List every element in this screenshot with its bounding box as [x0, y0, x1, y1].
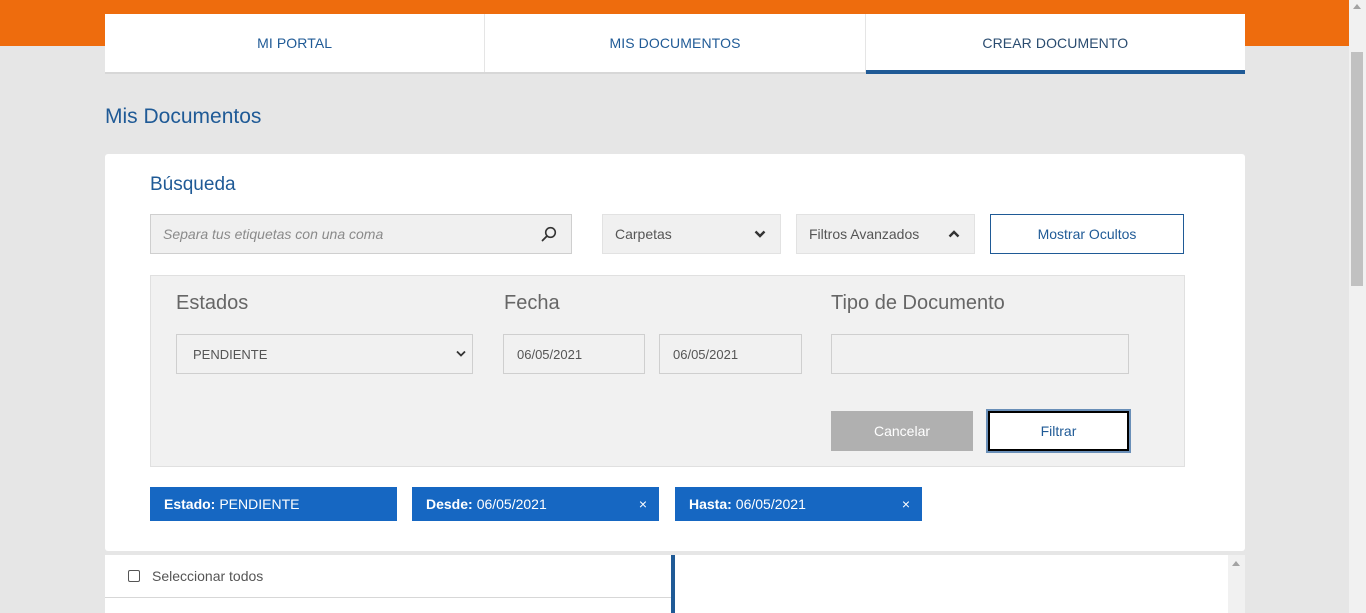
carpetas-dropdown[interactable]: Carpetas — [602, 214, 781, 254]
select-all-row: Seleccionar todos — [105, 555, 671, 598]
estado-select[interactable]: PENDIENTE — [176, 334, 473, 374]
document-preview-pane — [675, 555, 1228, 613]
chip-desde-key: Desde: — [426, 496, 473, 512]
tab-mis-documentos[interactable]: MIS DOCUMENTOS — [485, 14, 866, 72]
advanced-filters-panel: Estados Fecha Tipo de Documento PENDIENT… — [150, 275, 1185, 467]
search-box — [150, 214, 572, 254]
tab-crear-documento[interactable]: CREAR DOCUMENTO — [865, 14, 1246, 74]
chip-hasta-key: Hasta: — [689, 496, 732, 512]
search-card: Búsqueda Carpetas Filtros Avanzados Most… — [105, 154, 1245, 551]
close-icon[interactable]: × — [902, 496, 910, 512]
page-scrollbar[interactable] — [1349, 0, 1366, 613]
mostrar-ocultos-button[interactable]: Mostrar Ocultos — [990, 214, 1184, 254]
estado-select-value: PENDIENTE — [193, 346, 268, 362]
carpetas-label: Carpetas — [615, 226, 672, 242]
estados-label: Estados — [176, 292, 249, 314]
search-input[interactable] — [163, 226, 523, 242]
fecha-label: Fecha — [504, 292, 560, 314]
search-title: Búsqueda — [150, 174, 236, 195]
search-icon[interactable] — [541, 226, 557, 242]
scroll-up-icon[interactable] — [1353, 4, 1361, 9]
filtros-avanzados-toggle[interactable]: Filtros Avanzados — [796, 214, 975, 254]
scrollbar-thumb[interactable] — [1351, 52, 1363, 286]
chip-estado: Estado: PENDIENTE — [150, 487, 397, 521]
fecha-hasta-input[interactable]: 06/05/2021 — [659, 334, 802, 374]
main-nav: MI PORTAL MIS DOCUMENTOS CREAR DOCUMENTO — [105, 14, 1246, 74]
preview-scrollbar[interactable] — [1228, 555, 1245, 613]
tab-mi-portal[interactable]: MI PORTAL — [105, 14, 486, 72]
chevron-down-icon — [754, 230, 766, 238]
chip-hasta-value: 06/05/2021 — [735, 496, 806, 512]
select-all-label[interactable]: Seleccionar todos — [152, 568, 263, 584]
fecha-desde-input[interactable]: 06/05/2021 — [503, 334, 645, 374]
page-title: Mis Documentos — [105, 105, 262, 128]
chip-estado-key: Estado: — [164, 496, 216, 512]
chip-desde: Desde: 06/05/2021 × — [412, 487, 659, 521]
chevron-up-icon — [948, 230, 960, 238]
chip-estado-value: PENDIENTE — [219, 496, 300, 512]
tipo-documento-input[interactable] — [831, 334, 1129, 374]
document-list: Seleccionar todos — [105, 555, 671, 613]
filtros-label: Filtros Avanzados — [809, 226, 920, 242]
cancel-button[interactable]: Cancelar — [831, 411, 973, 451]
select-all-checkbox[interactable] — [128, 570, 140, 582]
close-icon[interactable]: × — [639, 496, 647, 512]
chevron-down-icon — [456, 350, 466, 357]
scroll-up-icon[interactable] — [1232, 561, 1240, 566]
chip-desde-value: 06/05/2021 — [476, 496, 547, 512]
tipo-documento-label: Tipo de Documento — [831, 292, 1005, 314]
chip-hasta: Hasta: 06/05/2021 × — [675, 487, 922, 521]
filter-button[interactable]: Filtrar — [988, 411, 1129, 451]
